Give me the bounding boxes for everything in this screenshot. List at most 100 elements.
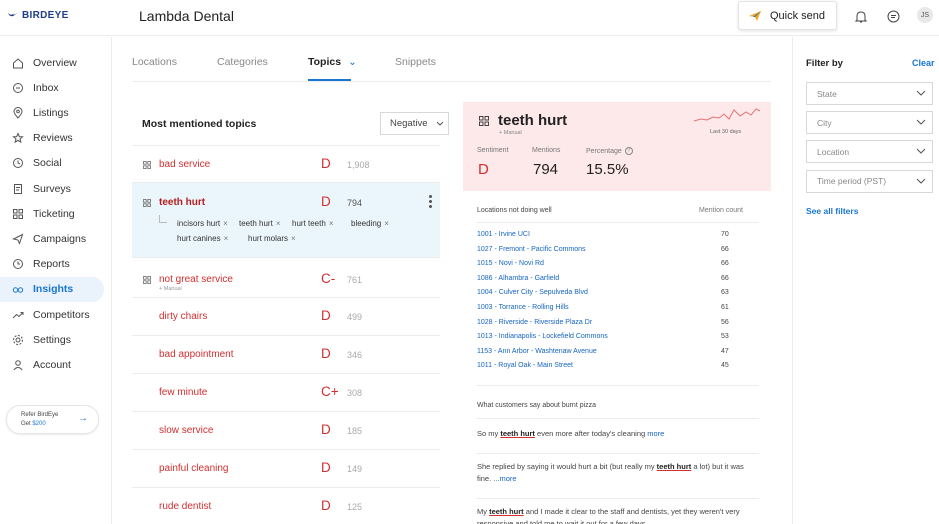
- sidebar-item-social[interactable]: Social: [0, 151, 104, 176]
- location-link[interactable]: 1153 - Ann Arbor - Washtenaw Avenue: [477, 348, 597, 355]
- sentiment-grade: D: [321, 422, 331, 437]
- location-link[interactable]: 1011 - Royal Oak - Main Street: [477, 362, 573, 369]
- topic-name[interactable]: slow service: [159, 425, 213, 436]
- topic-row[interactable]: painful cleaning D 149: [132, 450, 440, 488]
- more-link[interactable]: more: [647, 429, 664, 438]
- location-link[interactable]: 1001 - Irvine UCI: [477, 231, 530, 238]
- chevron-down-icon: ⌄: [347, 56, 357, 68]
- sentiment-dropdown[interactable]: Negative: [380, 112, 449, 135]
- more-options-icon[interactable]: [429, 195, 432, 210]
- snippet-tag[interactable]: hurt molars ×: [248, 234, 296, 243]
- arrow-right-icon: →: [78, 413, 88, 424]
- filter-panel: [792, 37, 939, 524]
- see-all-filters-link[interactable]: See all filters: [806, 206, 858, 216]
- mention-count: 499: [347, 312, 363, 322]
- more-link[interactable]: ...more: [493, 474, 516, 483]
- messages-icon[interactable]: [885, 8, 901, 24]
- remove-icon[interactable]: ×: [223, 219, 228, 228]
- bell-icon[interactable]: [853, 8, 869, 24]
- mention-count: 761: [347, 275, 363, 285]
- tree-connector: [159, 215, 167, 223]
- remove-icon[interactable]: ×: [291, 234, 296, 243]
- topic-name[interactable]: not great service: [159, 274, 233, 285]
- snippet-tag[interactable]: bleeding ×: [351, 219, 389, 228]
- filter-placeholder: City: [817, 117, 832, 128]
- tab-locations[interactable]: Locations: [132, 56, 177, 68]
- sidebar-item-overview[interactable]: Overview: [0, 50, 104, 75]
- location-link[interactable]: 1004 - Culver City - Sepulveda Blvd: [477, 289, 588, 296]
- manual-tag: + Manual: [159, 286, 182, 292]
- quote-text-before: My: [477, 507, 490, 516]
- topic-name[interactable]: rude dentist: [159, 501, 211, 512]
- info-icon[interactable]: ?: [624, 147, 633, 155]
- topic-name[interactable]: painful cleaning: [159, 463, 229, 474]
- topic-row[interactable]: dirty chairs D 499: [132, 298, 440, 336]
- remove-icon[interactable]: ×: [276, 219, 281, 228]
- topic-row[interactable]: teeth hurt D 794 incisors hurt × teeth hurt × h…: [132, 183, 440, 258]
- sentiment-grade: C-: [321, 271, 336, 286]
- topic-row[interactable]: rude dentist D 125: [132, 488, 440, 524]
- sentiment-grade: D: [321, 460, 331, 475]
- snippet-tag[interactable]: hurt canines ×: [177, 234, 228, 243]
- tab-categories[interactable]: Categories: [217, 56, 268, 68]
- location-link[interactable]: 1028 - Riverside - Riverside Plaza Dr: [477, 319, 592, 326]
- sidebar-item-ticketing[interactable]: Ticketing: [0, 201, 104, 226]
- topic-row[interactable]: bad appointment D 346: [132, 336, 440, 374]
- topic-row[interactable]: bad service D 1,908: [132, 146, 440, 183]
- topic-row[interactable]: slow service D 185: [132, 412, 440, 450]
- filter-state-dropdown[interactable]: State: [806, 82, 933, 105]
- snippet-tag[interactable]: teeth hurt ×: [239, 219, 280, 228]
- tab-topics[interactable]: Topics ⌄: [308, 56, 357, 68]
- sidebar-item-campaigns[interactable]: Campaigns: [0, 226, 104, 251]
- sentiment-grade: D: [321, 346, 331, 361]
- filter-time-period-pst-dropdown[interactable]: Time period (PST): [806, 169, 933, 193]
- topic-name[interactable]: few minute: [159, 387, 207, 398]
- refer-reward-prefix: Get: [21, 421, 33, 427]
- sidebar-item-settings[interactable]: Settings: [0, 327, 104, 352]
- quote-text-after: even more after today's cleaning: [534, 429, 648, 438]
- remove-icon[interactable]: ×: [224, 234, 229, 243]
- tab-snippets[interactable]: Snippets: [395, 56, 436, 68]
- sentiment-grade: D: [478, 161, 489, 178]
- quick-send-button[interactable]: Quick send: [738, 1, 837, 30]
- remove-icon[interactable]: ×: [329, 219, 334, 228]
- topic-name[interactable]: dirty chairs: [159, 311, 207, 322]
- business-name[interactable]: Lambda Dental: [139, 8, 234, 24]
- sentiment-grade: D: [321, 194, 331, 209]
- sidebar-item-surveys[interactable]: Surveys: [0, 176, 104, 201]
- snippet-tag[interactable]: incisors hurt ×: [177, 219, 228, 228]
- sidebar-item-reviews[interactable]: Reviews: [0, 126, 104, 151]
- topic-row[interactable]: few minute C+ 308: [132, 374, 440, 412]
- user-avatar[interactable]: JS: [917, 7, 933, 23]
- sidebar-item-inbox[interactable]: Inbox: [0, 75, 104, 100]
- location-link[interactable]: 1003 - Torrance - Rolling Hills: [477, 304, 569, 311]
- snippet-label: hurt canines: [177, 234, 221, 243]
- location-link[interactable]: 1027 - Fremont - Pacific Commons: [477, 246, 586, 253]
- topic-name[interactable]: bad appointment: [159, 349, 234, 360]
- refer-card[interactable]: Refer BirdEye Get $200 →: [6, 405, 99, 434]
- location-link[interactable]: 1015 - Novi - Novi Rd: [477, 260, 544, 267]
- quote-keyword: teeth hurt: [656, 462, 692, 471]
- survey-icon: [14, 183, 22, 194]
- insights-icon: [12, 287, 24, 293]
- birdeye-logo[interactable]: BIRDEYE: [7, 10, 69, 21]
- snippet-tag[interactable]: hurt teeth ×: [292, 219, 333, 228]
- location-link[interactable]: 1086 - Alhambra - Garfield: [477, 275, 559, 282]
- filter-placeholder: Time period (PST): [817, 176, 887, 187]
- sidebar-item-account[interactable]: Account: [0, 352, 104, 377]
- remove-icon[interactable]: ×: [384, 219, 389, 228]
- clear-filters-link[interactable]: Clear: [912, 58, 935, 68]
- topic-name[interactable]: teeth hurt: [159, 197, 205, 208]
- sidebar-item-competitors[interactable]: Competitors: [0, 302, 104, 327]
- gear-icon: [13, 334, 23, 345]
- sentiment-grade: C+: [321, 384, 339, 399]
- sidebar-item-listings[interactable]: Listings: [0, 100, 104, 125]
- filter-location-dropdown[interactable]: Location: [806, 140, 933, 164]
- filter-city-dropdown[interactable]: City: [806, 111, 933, 135]
- topic-row[interactable]: not great service + Manual C- 761: [132, 258, 440, 298]
- topic-name[interactable]: bad service: [159, 159, 210, 170]
- location-mention-count: 66: [721, 274, 729, 282]
- sidebar-item-insights[interactable]: Insights: [0, 276, 104, 302]
- location-link[interactable]: 1013 - Indianapolis - Lockefield Commons: [477, 333, 608, 340]
- sidebar-item-reports[interactable]: Reports: [0, 252, 104, 277]
